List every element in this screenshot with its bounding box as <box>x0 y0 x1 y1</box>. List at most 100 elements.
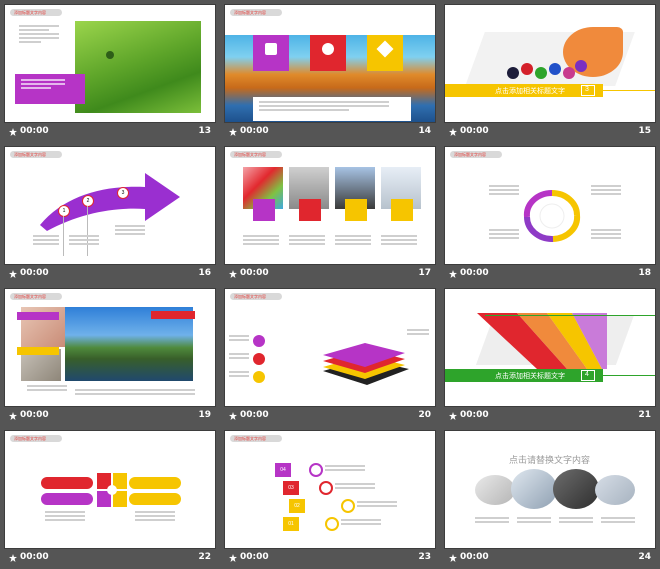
right-text <box>407 329 429 337</box>
slide-caption: 00:00 15 <box>445 123 655 143</box>
slide-thumbnail-22[interactable]: 添加标题文字内容 00:00 22 <box>5 431 215 569</box>
slide-timing: 00:00 <box>460 126 489 136</box>
slide-preview[interactable]: 添加标题文字内容 <box>225 5 435 122</box>
text-02 <box>357 501 397 509</box>
slide-number: 14 <box>418 126 431 136</box>
balloon-stripes-photo <box>477 313 607 369</box>
slide-thumbnail-20[interactable]: 添加标题文字内容 00:00 20 <box>225 289 435 427</box>
ball-dark <box>507 67 519 79</box>
text-col-2 <box>517 517 551 525</box>
star-icon <box>9 554 17 562</box>
yellow-circle-icon <box>253 371 265 383</box>
slide-preview[interactable]: 点击添加相关标题文字 4 <box>445 289 655 406</box>
text-04 <box>325 465 365 473</box>
caption-text-right <box>75 389 195 397</box>
star-icon <box>9 270 17 278</box>
star-icon <box>229 128 237 136</box>
slide-thumbnail-16[interactable]: 添加标题文字内容 1 2 3 00:00 16 <box>5 147 215 285</box>
slide-preview[interactable]: 添加标题文字内容 <box>225 289 435 406</box>
slide-timing: 00:00 <box>460 410 489 420</box>
pill-purple <box>41 493 93 505</box>
slide-number: 16 <box>198 268 211 278</box>
card-yellow-1 <box>345 199 367 221</box>
slide-caption: 00:00 14 <box>225 123 435 143</box>
connector-1 <box>63 216 64 256</box>
slide-title-tag: 添加标题文字内容 <box>10 435 62 442</box>
col-4-text <box>381 235 417 247</box>
slide-title-tag: 添加标题文字内容 <box>450 151 502 158</box>
slide-thumbnail-19[interactable]: 添加标题文字内容 00:00 19 <box>5 289 215 427</box>
slide-preview[interactable]: 添加标题文字内容 <box>445 147 655 264</box>
connector-2 <box>87 206 88 256</box>
text-col-4 <box>601 517 635 525</box>
slide-timing: 00:00 <box>20 126 49 136</box>
slide-thumbnail-23[interactable]: 添加标题文字内容 04 03 02 01 00:00 23 <box>225 431 435 569</box>
slide-caption: 00:00 19 <box>5 407 215 427</box>
step-box-03: 03 <box>283 481 299 495</box>
slide-title-tag: 添加标题文字内容 <box>10 151 62 158</box>
step-box-01: 01 <box>283 517 299 531</box>
slide-number: 21 <box>638 410 651 420</box>
yellow-ring-icon-1 <box>341 499 355 513</box>
grass-photo <box>75 21 201 113</box>
slide-number: 23 <box>418 552 431 562</box>
cycle-arrows-diagram <box>523 189 581 242</box>
slide-caption: 00:00 23 <box>225 549 435 569</box>
slide-preview[interactable]: 添加标题文字内容 <box>225 147 435 264</box>
slide-preview[interactable]: 添加标题文字内容 <box>5 289 215 406</box>
slide-preview[interactable]: 添加标题文字内容 1 2 3 <box>5 147 215 264</box>
left-text-1 <box>229 335 249 343</box>
slide-caption: 00:00 18 <box>445 265 655 285</box>
slide-timing: 00:00 <box>240 552 269 562</box>
banner-number: 3 <box>585 86 589 93</box>
slide-caption: 00:00 17 <box>225 265 435 285</box>
ball-blue <box>549 63 561 75</box>
photo-laptop <box>511 469 557 509</box>
text-col-3 <box>559 517 593 525</box>
slide-preview[interactable]: 添加标题文字内容 <box>5 431 215 548</box>
step-box-04: 04 <box>275 463 291 477</box>
purple-ring-icon <box>309 463 323 477</box>
left-text <box>45 511 85 523</box>
slide-preview[interactable]: 添加标题文字内容 04 03 02 01 <box>225 431 435 548</box>
slide-number: 17 <box>418 268 431 278</box>
slide-timing: 00:00 <box>20 268 49 278</box>
slide-preview[interactable]: 点击请替换文字内容 <box>445 431 655 548</box>
slide-thumbnail-24[interactable]: 点击请替换文字内容 00:00 24 <box>445 431 655 569</box>
purple-label <box>17 312 59 320</box>
slide-number: 18 <box>638 268 651 278</box>
right-bottom-text <box>591 229 621 241</box>
star-icon <box>9 412 17 420</box>
slide-thumbnail-14[interactable]: 添加标题文字内容 00:00 14 <box>225 5 435 143</box>
slide-thumbnail-17[interactable]: 添加标题文字内容 00:00 17 <box>225 147 435 285</box>
slide-title-tag: 添加标题文字内容 <box>10 293 62 300</box>
yellow-label <box>17 347 59 355</box>
step-2-text <box>69 235 99 247</box>
left-text-2 <box>229 353 249 361</box>
slide-thumbnail-15[interactable]: 点击添加相关标题文字 3 00:00 15 <box>445 5 655 143</box>
slide-preview[interactable]: 添加标题文字内容 <box>5 5 215 122</box>
photo-hand <box>475 475 515 505</box>
yellow-ring-icon-2 <box>325 517 339 531</box>
left-bottom-text <box>489 229 519 241</box>
slide-timing: 00:00 <box>20 552 49 562</box>
slide-preview[interactable]: 点击添加相关标题文字 3 <box>445 5 655 122</box>
slide-timing: 00:00 <box>20 410 49 420</box>
slide-number: 22 <box>198 552 211 562</box>
pill-yellow-2 <box>129 493 181 505</box>
slide-title-tag: 添加标题文字内容 <box>230 435 282 442</box>
award-icon <box>322 43 334 55</box>
slide-thumbnail-13[interactable]: 添加标题文字内容 00:00 13 <box>5 5 215 143</box>
slide-number: 20 <box>418 410 431 420</box>
star-icon <box>9 128 17 136</box>
star-icon <box>449 270 457 278</box>
slide-thumbnail-18[interactable]: 添加标题文字内容 00:00 18 <box>445 147 655 285</box>
accent-line-top <box>485 315 655 316</box>
slide-title: 点击请替换文字内容 <box>509 455 591 465</box>
slide-caption: 00:00 21 <box>445 407 655 427</box>
slide-thumbnail-21[interactable]: 点击添加相关标题文字 4 00:00 21 <box>445 289 655 427</box>
ball-purple <box>575 60 587 72</box>
puzzle-gear-icon <box>97 473 127 507</box>
accent-line <box>603 90 655 91</box>
card-yellow-2 <box>391 199 413 221</box>
